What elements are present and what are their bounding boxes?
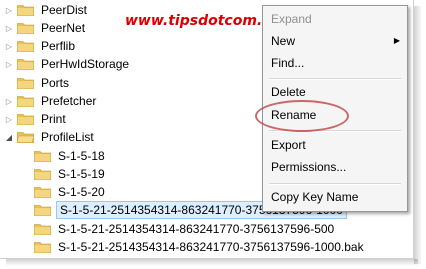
expand-arrow-icon (21, 165, 31, 183)
submenu-arrow-icon: ▶ (393, 36, 400, 45)
tree-item-s-1-5-19[interactable]: S-1-5-19 (21, 165, 107, 183)
folder-icon (34, 151, 51, 162)
tree-item-label: S-1-5-21-2514354314-863241770-3756137596… (58, 222, 335, 236)
folder-icon (17, 96, 34, 107)
expand-arrow-icon (21, 201, 31, 219)
tree-item-label: PeerDist (41, 3, 88, 17)
expand-arrow-icon[interactable]: ▷ (4, 1, 14, 19)
folder-icon (34, 187, 51, 198)
menu-item-delete[interactable]: Delete (271, 83, 306, 101)
expand-arrow-icon[interactable]: ▷ (4, 37, 14, 55)
expand-arrow-icon[interactable]: ▷ (4, 92, 14, 110)
folder-icon (34, 242, 51, 253)
tree-item-s-1-5-21-1000-bak[interactable]: S-1-5-21-2514354314-863241770-3756137596… (21, 238, 366, 256)
tree-item-ports[interactable]: Ports (4, 74, 71, 92)
tree-item-label: Print (41, 112, 66, 126)
tree-item-profilelist[interactable]: ◢ ProfileList (4, 128, 96, 146)
folder-icon (17, 41, 34, 52)
folder-icon (17, 78, 34, 89)
tree-item-peernet[interactable]: ▷ PeerNet (4, 19, 87, 37)
tree-item-peerdist[interactable]: ▷ PeerDist (4, 1, 89, 19)
folder-icon (17, 114, 34, 125)
menu-item-permissions[interactable]: Permissions... (271, 158, 346, 176)
menu-item-expand: Expand (271, 12, 312, 26)
tree-item-s-1-5-20[interactable]: S-1-5-20 (21, 183, 107, 201)
tree-item-label: S-1-5-18 (58, 149, 105, 163)
tree-item-label: ProfileList (41, 130, 94, 144)
menu-separator (269, 78, 401, 80)
folder-icon (34, 169, 51, 180)
tree-item-label: Perflib (41, 39, 76, 53)
expand-arrow-icon (21, 220, 31, 238)
menu-item-find[interactable]: Find... (271, 54, 304, 72)
tree-item-label: S-1-5-19 (58, 167, 105, 181)
folder-icon (17, 23, 34, 34)
tree-item-s-1-5-21-500[interactable]: S-1-5-21-2514354314-863241770-3756137596… (21, 220, 336, 238)
folder-icon (17, 5, 34, 16)
registry-tree-pane: ▷ PeerDist ▷ PeerNet ▷ Perflib ▷ PerHwId… (0, 0, 414, 259)
menu-item-export[interactable]: Export (271, 136, 306, 154)
folder-icon (34, 205, 51, 216)
expand-arrow-icon (4, 74, 14, 92)
menu-separator (269, 183, 401, 185)
tree-item-s-1-5-18[interactable]: S-1-5-18 (21, 147, 107, 165)
tree-item-perhwidstorage[interactable]: ▷ PerHwIdStorage (4, 55, 131, 73)
tree-item-label: Prefetcher (41, 94, 97, 108)
tree-item-label: PeerNet (41, 21, 86, 35)
folder-icon (17, 59, 34, 70)
folder-icon (34, 224, 51, 235)
tree-item-print[interactable]: ▷ Print (4, 110, 68, 128)
tree-item-prefetcher[interactable]: ▷ Prefetcher (4, 92, 98, 110)
expand-arrow-icon (21, 183, 31, 201)
highlight-oval (255, 100, 349, 132)
tree-item-label: S-1-5-21-2514354314-863241770-3756137596… (58, 240, 364, 254)
menu-item-copy-key-name[interactable]: Copy Key Name (271, 188, 358, 206)
collapse-arrow-icon[interactable]: ◢ (4, 128, 14, 146)
expand-arrow-icon[interactable]: ▷ (4, 55, 14, 73)
menu-item-new[interactable]: New (271, 32, 295, 50)
drop-shadow-right (414, 6, 422, 264)
folder-open-icon (17, 132, 34, 143)
expand-arrow-icon[interactable]: ▷ (4, 110, 14, 128)
expand-arrow-icon (21, 147, 31, 165)
tree-item-label: S-1-5-20 (58, 185, 105, 199)
drop-shadow-bottom (6, 259, 418, 266)
expand-arrow-icon (21, 238, 31, 256)
tree-item-perflib[interactable]: ▷ Perflib (4, 37, 77, 55)
expand-arrow-icon[interactable]: ▷ (4, 19, 14, 37)
tree-item-label: Ports (41, 76, 70, 90)
tree-item-label: PerHwIdStorage (41, 57, 130, 71)
